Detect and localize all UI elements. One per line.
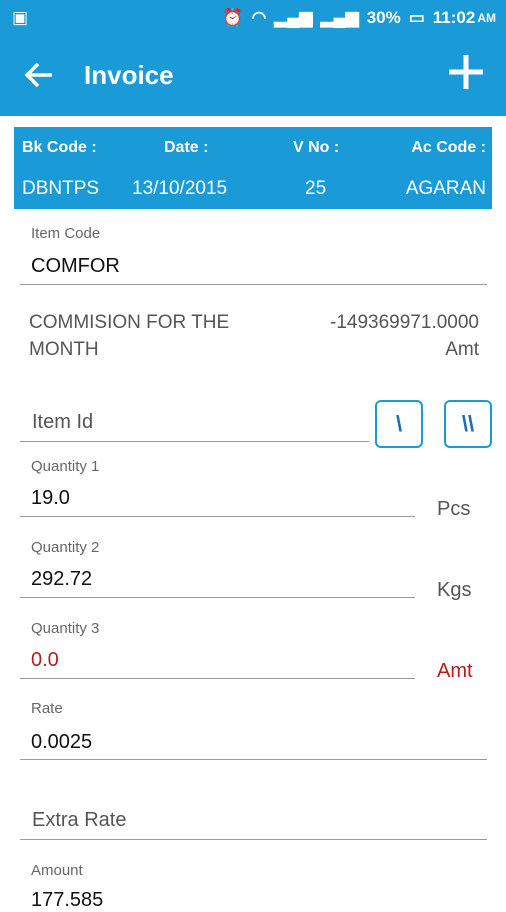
signal-icon-2: ▂▄▆: [320, 8, 359, 27]
quantity1-label: Quantity 1: [31, 458, 100, 475]
item-id-underline: [20, 441, 369, 442]
arrow-back-icon[interactable]: [22, 58, 56, 92]
rate-label: Rate: [31, 700, 63, 717]
quantity2-underline: [20, 597, 415, 598]
quantity2-label: Quantity 2: [31, 539, 100, 556]
double-slash-button[interactable]: \\: [444, 400, 492, 448]
single-slash-button[interactable]: \: [375, 400, 423, 448]
clock-ampm: AM: [477, 11, 496, 25]
bk-code-value: DBNTPS: [22, 178, 100, 199]
item-code-underline: [20, 284, 487, 285]
item-amount: -149369971.0000 Amt: [330, 312, 479, 360]
extra-rate-input[interactable]: Extra Rate: [32, 809, 126, 832]
plus-icon[interactable]: [446, 52, 486, 99]
ac-code-label: Ac Code :: [411, 139, 486, 156]
signal-icon: ▂▄▆: [274, 8, 313, 27]
wifi-icon: ◠: [251, 8, 267, 27]
ac-code-value: AGARAN: [405, 178, 486, 199]
date-value: 13/10/2015: [132, 178, 228, 199]
rate-field[interactable]: 0.0025: [31, 731, 92, 754]
amount-label: Amount: [31, 862, 83, 879]
item-code-label: Item Code: [31, 225, 101, 242]
page-title: Invoice: [84, 60, 174, 90]
quantity3-label: Quantity 3: [31, 620, 100, 637]
battery-icon: ▭: [408, 8, 425, 27]
quantity3-unit: Amt: [437, 660, 473, 682]
bk-code-label: Bk Code :: [22, 139, 97, 156]
quantity3-underline: [20, 678, 415, 679]
extra-rate-underline: [20, 839, 487, 840]
amount-field[interactable]: 177.585: [31, 889, 103, 912]
quantity2-field[interactable]: 292.72: [31, 568, 92, 591]
quantity1-field[interactable]: 19.0: [31, 487, 70, 510]
date-label: Date :: [164, 139, 209, 156]
gallery-notification-icon: ▣: [12, 8, 29, 27]
app-bar: Invoice: [0, 36, 506, 116]
vno-label: V No :: [293, 139, 340, 156]
quantity1-unit: Pcs: [437, 498, 471, 520]
clock: 11:02: [432, 8, 476, 27]
item-id-input[interactable]: Item Id: [32, 411, 93, 434]
item-code-field[interactable]: COMFOR: [31, 255, 120, 278]
item-description: COMMISION FOR THE MONTH: [29, 312, 230, 360]
rate-underline: [20, 759, 487, 760]
vno-value: 25: [305, 178, 327, 199]
quantity1-underline: [20, 516, 415, 517]
alarm-icon: ⏰: [222, 8, 244, 27]
invoice-header: Bk Code : Date : V No : Ac Code : DBNTPS…: [14, 127, 492, 209]
quantity3-field[interactable]: 0.0: [31, 649, 59, 672]
battery-percent: 30%: [366, 8, 401, 27]
quantity2-unit: Kgs: [437, 579, 472, 601]
status-bar: ▣ ⏰ ◠ ▂▄▆ ▂▄▆ 30% ▭ 11:02 AM: [0, 0, 506, 36]
status-icons: ⏰ ◠ ▂▄▆ ▂▄▆ 30% ▭ 11:02 AM: [222, 8, 496, 28]
